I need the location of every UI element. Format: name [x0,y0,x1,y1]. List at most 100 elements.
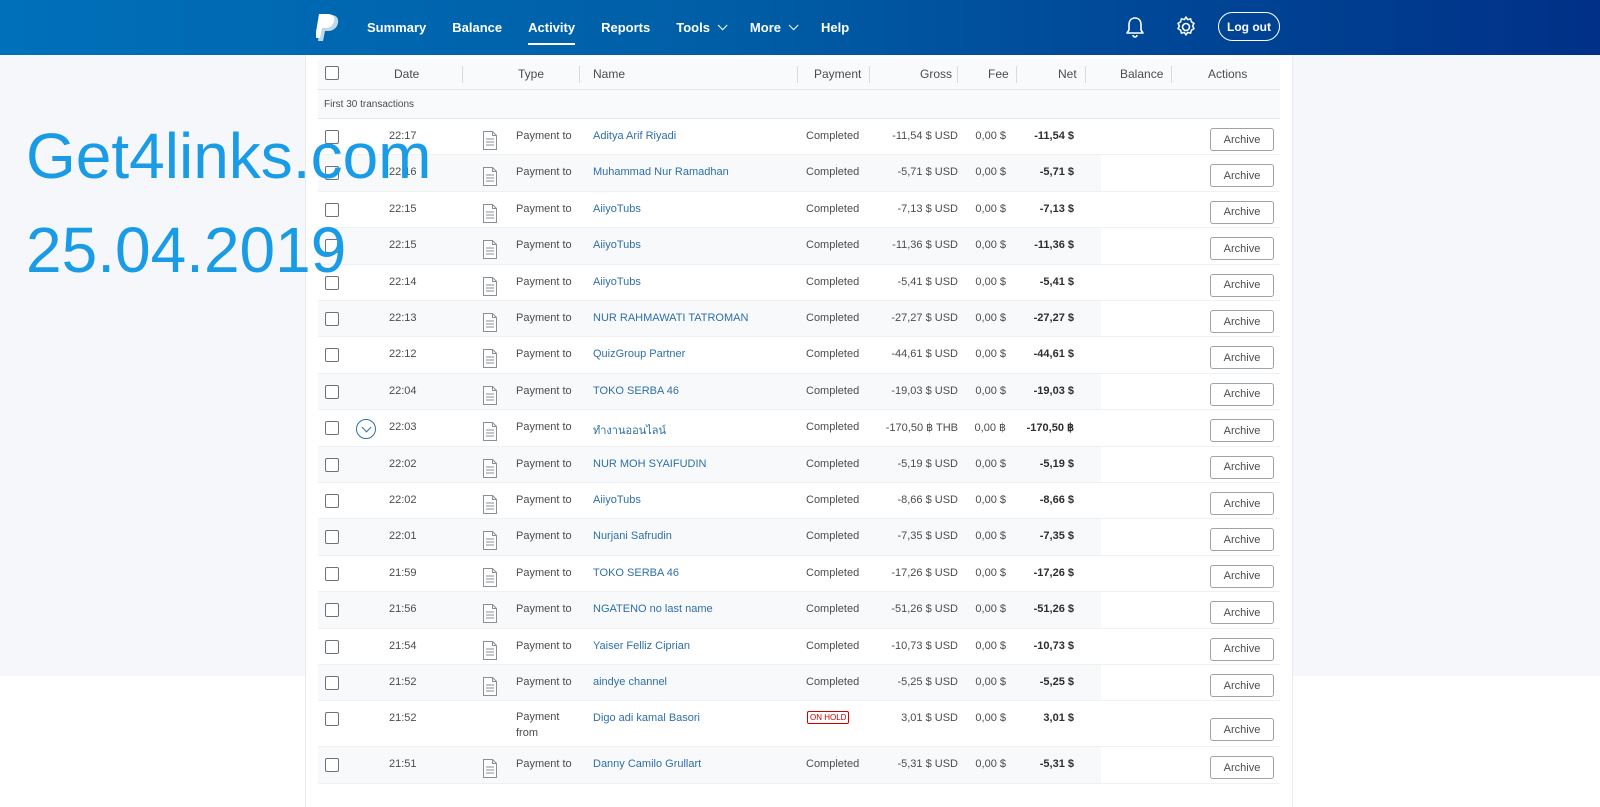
table-row[interactable]: 22:02 Payment to AiiyoTubs Completed -8,66 $… [318,483,1280,520]
row-name-link[interactable]: aindye channel [593,676,667,688]
row-checkbox[interactable] [325,530,339,545]
row-name-link[interactable]: TOKO SERBA 46 [593,385,679,397]
document-icon[interactable] [483,640,497,660]
archive-button[interactable]: Archive [1210,564,1274,588]
document-icon[interactable] [483,167,497,187]
archive-button[interactable]: Archive [1210,756,1274,780]
row-name-link[interactable]: TOKO SERBA 46 [593,567,679,579]
document-icon[interactable] [483,131,497,150]
row-checkbox[interactable] [325,421,339,436]
nav-item-activity[interactable]: Activity [528,0,575,55]
column-type[interactable]: Type [518,67,544,81]
document-icon[interactable] [483,203,497,223]
archive-button[interactable]: Archive [1210,237,1274,261]
select-all-checkbox[interactable] [325,66,339,80]
nav-item-more[interactable]: More [750,0,799,55]
table-row[interactable]: 22:17 Payment to Aditya Arif Riyadi Complet… [318,119,1280,156]
archive-button[interactable]: Archive [1210,601,1274,625]
nav-item-reports[interactable]: Reports [601,0,650,55]
column-balance[interactable]: Balance [1120,67,1163,81]
table-row[interactable]: 22:01 Payment to Nurjani Safrudin Completed… [318,519,1280,556]
archive-button[interactable]: Archive [1210,419,1274,443]
nav-item-help[interactable]: Help [821,0,849,55]
archive-button[interactable]: Archive [1210,674,1274,697]
gear-icon[interactable] [1173,14,1199,40]
archive-button[interactable]: Archive [1210,310,1274,333]
table-row[interactable]: 21:56 Payment to NGATENO no last name Compl… [318,592,1280,629]
table-row[interactable]: 22:03 Payment to ทำงานออนไลน์ Completed -170… [318,410,1280,447]
document-icon[interactable] [483,240,497,260]
table-row[interactable]: 21:59 Payment to TOKO SERBA 46 Completed -17… [318,556,1280,593]
table-row[interactable]: 21:51 Payment to Danny Camilo Grullart Comp… [318,747,1280,784]
table-row[interactable]: 22:02 Payment to NUR MOH SYAIFUDIN Complete… [318,446,1280,483]
row-name-link[interactable]: Aditya Arif Riyadi [593,130,676,142]
nav-item-summary[interactable]: Summary [367,0,426,55]
table-row[interactable]: 21:52 Payment from Digo adi kamal Basori ON … [318,701,1280,748]
row-checkbox[interactable] [325,312,339,326]
row-name-link[interactable]: Muhammad Nur Ramadhan [593,166,729,178]
document-icon[interactable] [483,677,497,696]
row-name-link[interactable]: ทำงานออนไลน์ [593,421,666,439]
archive-button[interactable]: Archive [1210,718,1274,742]
column-name[interactable]: Name [593,67,625,81]
logout-button[interactable]: Log out [1218,12,1280,41]
document-icon[interactable] [483,385,497,405]
nav-item-balance[interactable]: Balance [452,0,502,55]
archive-button[interactable]: Archive [1210,164,1274,188]
row-name-link[interactable]: QuizGroup Partner [593,348,685,360]
table-row[interactable]: 22:12 Payment to QuizGroup Partner Complete… [318,337,1280,374]
document-icon[interactable] [483,495,497,514]
row-name-link[interactable]: AiiyoTubs [593,239,641,251]
table-row[interactable]: 22:15 Payment to AiiyoTubs Completed -11,36 … [318,228,1280,265]
archive-button[interactable]: Archive [1210,637,1274,661]
row-checkbox[interactable] [325,494,339,508]
row-name-link[interactable]: AiiyoTubs [593,494,641,506]
row-name-link[interactable]: Danny Camilo Grullart [593,758,701,770]
archive-button[interactable]: Archive [1210,492,1274,515]
row-checkbox[interactable] [325,457,339,472]
document-icon[interactable] [483,313,497,332]
archive-button[interactable]: Archive [1210,528,1274,552]
archive-button[interactable]: Archive [1210,200,1274,224]
row-checkbox[interactable] [325,384,339,399]
archive-button[interactable]: Archive [1210,273,1274,297]
document-icon[interactable] [483,349,497,369]
column-fee[interactable]: Fee [988,67,1009,81]
archive-button[interactable]: Archive [1210,382,1274,406]
row-checkbox[interactable] [325,639,339,654]
row-checkbox[interactable] [325,348,339,363]
row-name-link[interactable]: NUR MOH SYAIFUDIN [593,458,706,470]
row-checkbox[interactable] [325,676,339,690]
row-name-link[interactable]: NGATENO no last name [593,603,713,615]
column-date[interactable]: Date [394,67,419,81]
document-icon[interactable] [483,604,497,624]
row-checkbox[interactable] [325,603,339,618]
row-name-link[interactable]: NUR RAHMAWATI TATROMAN [593,312,748,324]
document-icon[interactable] [483,531,497,551]
table-row[interactable]: 22:04 Payment to TOKO SERBA 46 Completed -19… [318,373,1280,411]
paypal-logo[interactable] [316,14,340,42]
table-row[interactable]: 22:13 Payment to NUR RAHMAWATI TATROMAN Com… [318,301,1280,338]
archive-button[interactable]: Archive [1210,346,1274,370]
column-net[interactable]: Net [1058,67,1077,81]
table-row[interactable]: 21:52 Payment to aindye channel Completed -5… [318,665,1280,702]
column-payment[interactable]: Payment [814,67,861,81]
row-name-link[interactable]: AiiyoTubs [593,276,641,288]
table-row[interactable]: 22:14 Payment to AiiyoTubs Completed -5,41 $… [318,265,1280,301]
row-name-link[interactable]: Nurjani Safrudin [593,530,672,542]
archive-button[interactable]: Archive [1210,455,1274,479]
table-row[interactable]: 22:15 Payment to AiiyoTubs Completed -7,13 $… [318,192,1280,229]
nav-item-tools[interactable]: Tools [676,0,728,55]
row-checkbox[interactable] [325,712,339,727]
row-name-link[interactable]: AiiyoTubs [593,203,641,215]
document-icon[interactable] [483,458,497,478]
archive-button[interactable]: Archive [1210,128,1274,151]
document-icon[interactable] [483,567,497,587]
row-checkbox[interactable] [325,566,339,581]
table-row[interactable]: 21:54 Payment to Yaiser Felliz Ciprian Comp… [318,629,1280,665]
table-row[interactable]: 22:16 Payment to Muhammad Nur Ramadhan Comp… [318,155,1280,192]
row-name-link[interactable]: Yaiser Felliz Ciprian [593,640,690,652]
bell-icon[interactable] [1122,14,1148,40]
row-checkbox[interactable] [325,758,339,773]
row-name-link[interactable]: Digo adi kamal Basori [593,712,700,724]
